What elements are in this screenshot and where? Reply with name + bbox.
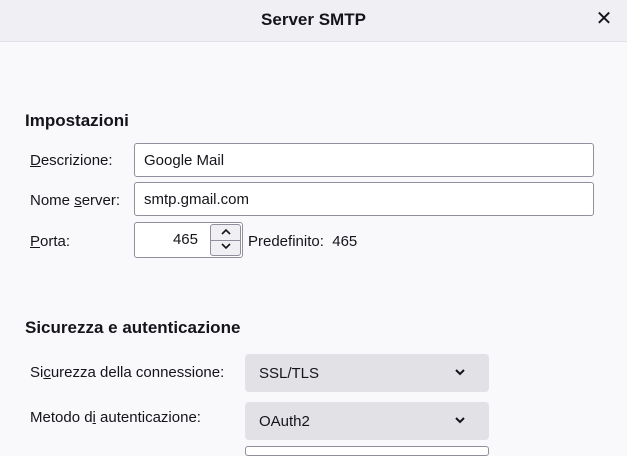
security-heading: Sicurezza e autenticazione — [25, 318, 241, 337]
description-value: Google Mail — [144, 151, 225, 169]
port-default-value: 465 — [332, 233, 358, 250]
port-value: 465 — [172, 231, 198, 248]
dialog-title: Server SMTP — [261, 10, 366, 29]
auth-method-value: OAuth2 — [259, 412, 310, 430]
server-name-value: smtp.gmail.com — [144, 190, 250, 208]
auth-method-select[interactable]: OAuth2 — [245, 402, 489, 440]
connection-security-label: Sicurezza della connessione: — [30, 364, 225, 381]
dialog-titlebar: Server SMTP ✕ — [0, 0, 627, 42]
chevron-up-icon[interactable] — [211, 225, 240, 241]
chevron-down-icon — [455, 417, 465, 424]
close-icon[interactable]: ✕ — [593, 6, 615, 32]
port-spinner[interactable] — [210, 224, 241, 256]
description-label: Descrizione: — [30, 152, 113, 169]
chevron-down-icon[interactable] — [211, 240, 240, 255]
port-label: Porta: — [30, 233, 71, 250]
connection-security-value: SSL/TLS — [259, 364, 320, 382]
description-field[interactable]: Google Mail — [134, 143, 594, 177]
username-field-partial[interactable] — [245, 446, 489, 456]
port-stepper[interactable]: 465 — [134, 222, 243, 258]
chevron-down-icon — [455, 369, 465, 376]
server-name-label: Nome server: — [30, 192, 121, 209]
server-name-field[interactable]: smtp.gmail.com — [134, 182, 594, 216]
settings-heading: Impostazioni — [25, 111, 129, 130]
auth-method-label: Metodo di autenticazione: — [30, 409, 201, 426]
connection-security-select[interactable]: SSL/TLS — [245, 354, 489, 392]
port-default: Predefinito: 465 — [248, 233, 357, 250]
port-default-label: Predefinito: — [248, 233, 324, 250]
